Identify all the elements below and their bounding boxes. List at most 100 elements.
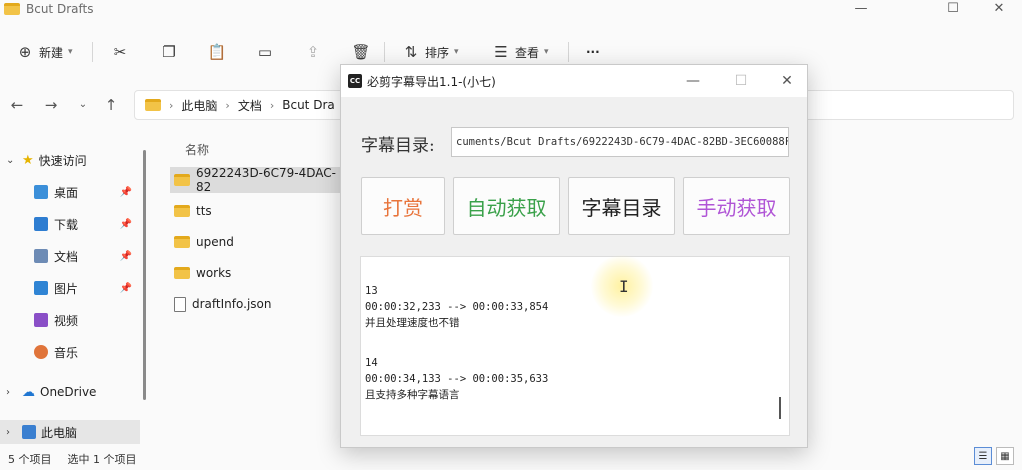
sidebar-item-videos[interactable]: 视频 xyxy=(0,308,140,332)
selection-count: 选中 1 个项目 xyxy=(67,453,137,466)
status-bar: 5 个项目 选中 1 个项目 xyxy=(0,448,1022,470)
maximize-button[interactable]: ☐ xyxy=(729,71,753,91)
sidebar-scrollbar[interactable] xyxy=(143,150,146,400)
minimize-button[interactable]: — xyxy=(838,0,884,20)
list-item[interactable]: tts xyxy=(170,198,340,224)
cut-button[interactable]: ✂ xyxy=(111,40,129,64)
trash-icon: 🗑 xyxy=(351,43,371,61)
computer-icon xyxy=(22,425,36,439)
subtitle-text: 并且处理速度也不错 xyxy=(365,317,460,329)
sidebar-item-this-pc[interactable]: › 此电脑 xyxy=(0,420,140,444)
dialog-titlebar: CC 必剪字幕导出1.1-(小七) — ☐ ✕ xyxy=(341,65,807,97)
chevron-right-icon: › xyxy=(269,98,275,112)
details-view-button[interactable]: ☰ xyxy=(974,447,992,465)
folder-icon xyxy=(174,267,190,279)
sidebar-item-documents[interactable]: 文档 📌 xyxy=(0,244,140,268)
share-button[interactable]: ⇪ xyxy=(304,40,322,64)
document-icon xyxy=(34,249,48,263)
view-button[interactable]: ☰ 查看 ▾ xyxy=(492,40,549,64)
new-button[interactable]: ⊕ 新建 ▾ xyxy=(16,40,73,64)
manual-fetch-button[interactable]: 手动获取 xyxy=(683,177,790,235)
sidebar-item-label: 快速访问 xyxy=(38,153,87,168)
column-header-name[interactable]: 名称 xyxy=(185,141,209,158)
copy-button[interactable]: ❐ xyxy=(160,40,178,64)
sidebar-item-pictures[interactable]: 图片 📌 xyxy=(0,276,140,300)
chevron-down-icon: ▾ xyxy=(544,47,549,57)
list-item[interactable]: works xyxy=(170,260,340,286)
sidebar-item-downloads[interactable]: 下载 📌 xyxy=(0,212,140,236)
folder-icon xyxy=(174,205,190,217)
chevron-right-icon: › xyxy=(6,386,10,398)
navigation-pane: ⌄ ★ 快速访问 桌面 📌 下载 📌 文档 📌 图片 📌 视频 音乐 › ☁ O… xyxy=(0,140,150,446)
subtitle-output[interactable]: 13 00:00:32,233 --> 00:00:33,854 并且处理速度也… xyxy=(360,256,790,436)
breadcrumb-bcut-drafts[interactable]: Bcut Dra xyxy=(282,98,334,112)
subtitle-entry: 13 00:00:32,233 --> 00:00:33,854 并且处理速度也… xyxy=(365,283,789,331)
subtitle-index: 13 xyxy=(365,285,378,297)
forward-button[interactable]: → xyxy=(40,94,62,116)
output-scrollbar[interactable] xyxy=(779,397,781,419)
subtitle-export-dialog: CC 必剪字幕导出1.1-(小七) — ☐ ✕ 字幕目录: cuments/Bc… xyxy=(340,64,808,448)
close-button[interactable]: ✕ xyxy=(976,0,1022,20)
sidebar-item-label: 文档 xyxy=(54,249,79,264)
subtitle-dir-button[interactable]: 字幕目录 xyxy=(568,177,675,235)
sidebar-item-label: 桌面 xyxy=(54,185,79,200)
chevron-right-icon: › xyxy=(6,426,10,438)
scissors-icon: ✂ xyxy=(113,43,127,61)
sidebar-item-label: 图片 xyxy=(54,281,79,296)
music-icon xyxy=(34,345,48,359)
sort-label: 排序 xyxy=(425,45,450,60)
explorer-title: Bcut Drafts xyxy=(26,2,94,16)
subtitle-dir-input[interactable]: cuments/Bcut Drafts/6922243D-6C79-4DAC-8… xyxy=(451,127,789,157)
folder-icon xyxy=(174,174,190,186)
delete-button[interactable]: 🗑 xyxy=(351,40,371,64)
paste-button[interactable]: 📋 xyxy=(208,40,227,64)
sidebar-item-onedrive[interactable]: › ☁ OneDrive xyxy=(0,380,140,404)
more-icon: ··· xyxy=(586,45,600,59)
share-icon: ⇪ xyxy=(306,43,320,61)
rename-button[interactable]: ▭ xyxy=(256,40,274,64)
reward-button[interactable]: 打赏 xyxy=(361,177,445,235)
item-count: 5 个项目 xyxy=(8,453,52,466)
sidebar-item-desktop[interactable]: 桌面 📌 xyxy=(0,180,140,204)
subtitle-timecode: 00:00:34,133 --> 00:00:35,633 xyxy=(365,373,549,385)
file-name: draftInfo.json xyxy=(192,297,272,311)
recent-locations-button[interactable]: ⌄ xyxy=(72,94,94,116)
rename-icon: ▭ xyxy=(257,43,273,61)
chevron-right-icon: › xyxy=(169,98,174,112)
new-label: 新建 xyxy=(39,45,64,60)
pin-icon: 📌 xyxy=(119,250,132,262)
list-item[interactable]: 6922243D-6C79-4DAC-82 xyxy=(170,166,345,194)
more-button[interactable]: ··· xyxy=(586,40,600,64)
list-item[interactable]: draftInfo.json xyxy=(170,291,340,317)
subtitle-timecode: 00:00:32,233 --> 00:00:33,854 xyxy=(365,301,549,313)
sidebar-item-music[interactable]: 音乐 xyxy=(0,340,140,364)
toolbar-divider xyxy=(384,42,385,62)
sidebar-item-label: OneDrive xyxy=(40,385,97,399)
subtitle-index: 14 xyxy=(365,357,378,369)
folder-icon xyxy=(174,236,190,248)
list-item[interactable]: upend xyxy=(170,229,340,255)
breadcrumb-this-pc[interactable]: 此电脑 xyxy=(181,97,217,114)
explorer-titlebar: Bcut Drafts — ☐ ✕ xyxy=(0,0,1022,20)
maximize-button[interactable]: ☐ xyxy=(930,0,976,20)
download-icon xyxy=(34,217,48,231)
up-button[interactable]: ↑ xyxy=(100,94,122,116)
sort-button[interactable]: ⇅ 排序 ▾ xyxy=(402,40,459,64)
subtitle-text: 且支持多种字幕语言 xyxy=(365,389,460,401)
app-logo-icon: CC xyxy=(348,74,362,88)
pin-icon: 📌 xyxy=(119,218,132,230)
close-button[interactable]: ✕ xyxy=(775,71,799,91)
chevron-down-icon: ▾ xyxy=(68,47,73,57)
sidebar-item-quick-access[interactable]: ⌄ ★ 快速访问 xyxy=(0,148,140,172)
tiles-view-button[interactable]: ▦ xyxy=(996,447,1014,465)
subtitle-entry: 14 00:00:34,133 --> 00:00:35,633 且支持多种字幕… xyxy=(365,355,789,403)
plus-circle-icon: ⊕ xyxy=(18,43,32,61)
back-button[interactable]: ← xyxy=(6,94,28,116)
auto-fetch-button[interactable]: 自动获取 xyxy=(453,177,560,235)
breadcrumb-documents[interactable]: 文档 xyxy=(238,97,262,114)
minimize-button[interactable]: — xyxy=(681,71,705,91)
text-cursor-icon: I xyxy=(619,277,629,296)
dialog-title: 必剪字幕导出1.1-(小七) xyxy=(367,75,496,89)
subtitle-dir-label: 字幕目录: xyxy=(361,136,435,156)
toolbar-divider xyxy=(92,42,93,62)
